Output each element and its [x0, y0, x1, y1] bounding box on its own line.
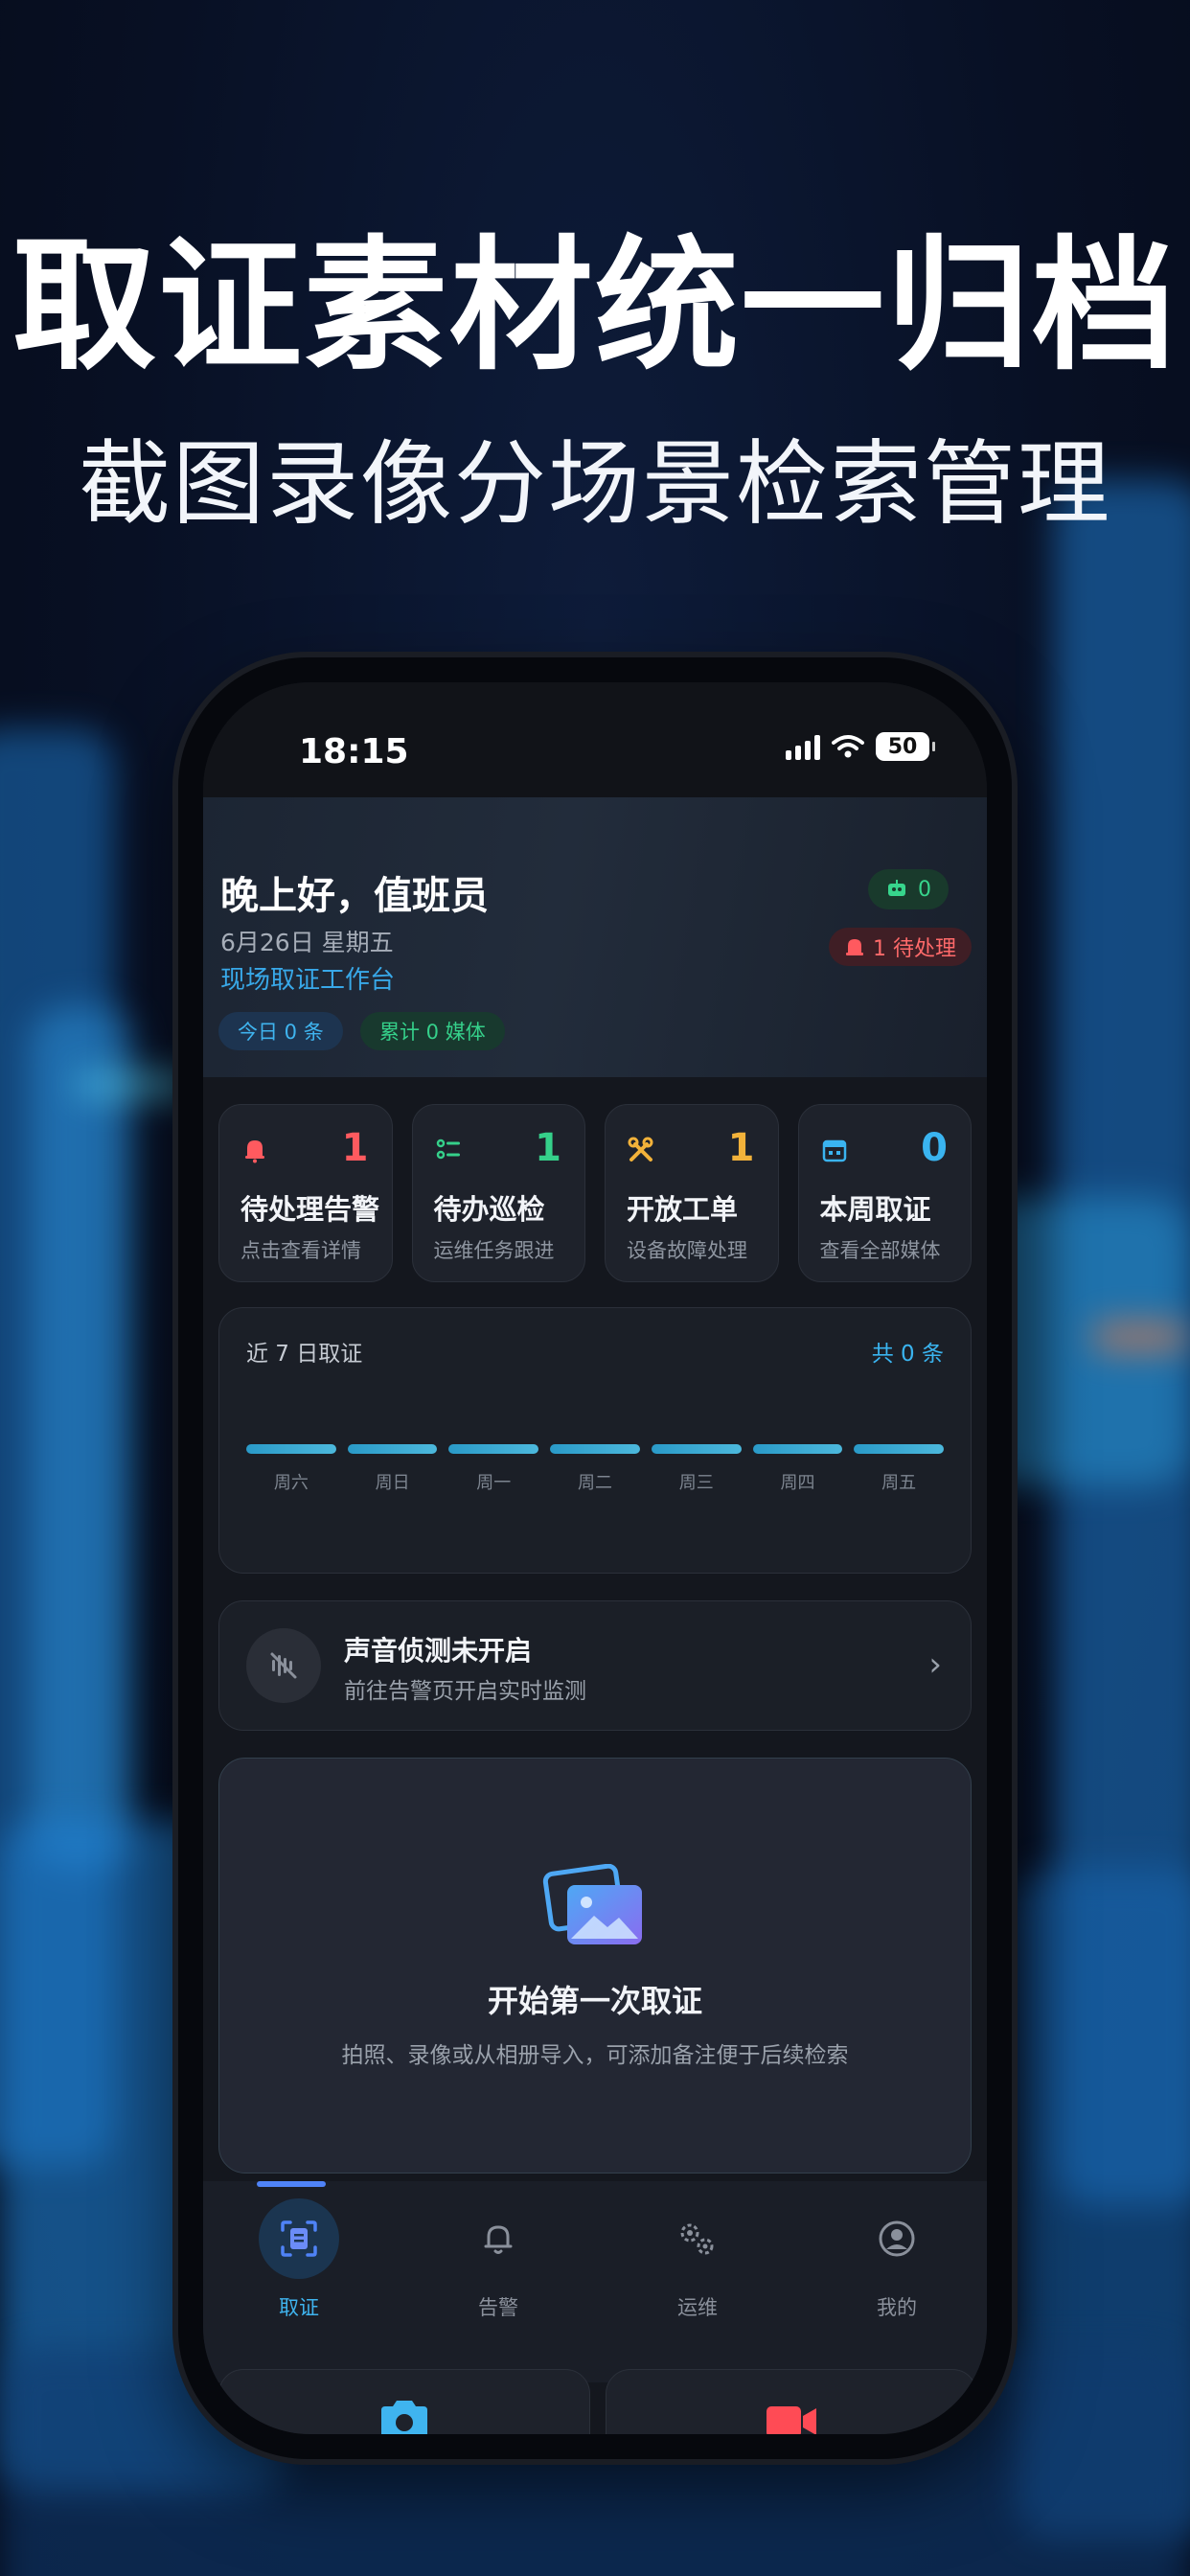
- sound-title: 声音侦测未开启: [344, 1635, 533, 1667]
- device-count: 0: [918, 877, 931, 902]
- signal-icon: [786, 733, 820, 760]
- capture-photo-button[interactable]: [218, 2369, 590, 2434]
- battery-icon: 50: [876, 732, 935, 761]
- empty-state-subtitle: 拍照、录像或从相册导入，可添加备注便于后续检索: [341, 2043, 849, 2068]
- status-icons: 50: [786, 732, 935, 761]
- tab-label: 取证: [279, 2296, 319, 2319]
- chart-bar-column: 周一: [448, 1444, 539, 1502]
- chart-bar: [651, 1444, 742, 1454]
- card-title: 待处理告警: [240, 1193, 380, 1226]
- date-text: 6月26日 星期五: [220, 929, 394, 956]
- alarm-icon: [846, 939, 863, 955]
- chart-bar-column: 周三: [651, 1444, 742, 1502]
- card-number: 1: [341, 1126, 369, 1170]
- chart-bar: [347, 1444, 438, 1454]
- tab-profile[interactable]: 我的: [797, 2198, 987, 2342]
- chart-bar: [752, 1444, 843, 1454]
- tab-maintenance[interactable]: 运维: [598, 2198, 797, 2342]
- card-subtitle: 设备故障处理: [627, 1239, 747, 1262]
- sound-subtitle: 前往告警页开启实时监测: [344, 1679, 586, 1704]
- sound-off-icon: [246, 1628, 321, 1703]
- empty-state-title: 开始第一次取证: [487, 1983, 702, 2019]
- robot-icon: [888, 880, 905, 896]
- chart-bar-column: 周五: [854, 1444, 945, 1502]
- gallery-icon: [542, 1864, 642, 1944]
- phone-frame: 18:15 50 晚上好，值班员 6月26日 星期五 现场取证工作台 今日 0 …: [178, 657, 1012, 2459]
- chart-total[interactable]: 共 0 条: [872, 1335, 944, 1368]
- video-camera-icon: [767, 2406, 816, 2434]
- card-title: 本周取证: [819, 1193, 931, 1226]
- weekly-evidence-chart: 近 7 日取证 共 0 条 周六 周日 周一 周二 周三 周四 周五: [218, 1307, 972, 1574]
- tools-icon: [628, 1137, 653, 1162]
- tab-label: 运维: [677, 2296, 718, 2319]
- tab-evidence[interactable]: 取证: [203, 2198, 399, 2342]
- wifi-icon: [832, 735, 864, 758]
- total-media-chip[interactable]: 累计 0 媒体: [360, 1012, 505, 1050]
- workbench-label: 现场取证工作台: [220, 966, 396, 995]
- tab-label: 告警: [478, 2296, 518, 2319]
- status-time: 18:15: [299, 732, 409, 771]
- bell-icon: [458, 2198, 538, 2279]
- chart-tick-label: 周三: [678, 1473, 714, 1493]
- active-tab-indicator: [257, 2181, 326, 2187]
- chart-bar-column: 周二: [550, 1444, 640, 1502]
- chart-bar: [448, 1444, 539, 1454]
- chart-bar-column: 周六: [246, 1444, 336, 1502]
- device-status-pill[interactable]: 0: [868, 869, 949, 909]
- user-icon: [857, 2198, 937, 2279]
- today-count-chip[interactable]: 今日 0 条: [218, 1012, 343, 1050]
- chart-tick-label: 周一: [476, 1473, 512, 1493]
- calendar-icon: [822, 1139, 846, 1162]
- summary-cards: 1 待处理告警 点击查看详情 1 待办巡检 运维任务跟进 1 开放工单 设备故障…: [218, 1104, 972, 1282]
- empty-state-panel[interactable]: 开始第一次取证 拍照、录像或从相册导入，可添加备注便于后续检索: [218, 1758, 972, 2174]
- card-number: 0: [921, 1126, 948, 1170]
- gears-icon: [657, 2198, 738, 2279]
- chart-title: 近 7 日取证: [246, 1342, 363, 1367]
- card-subtitle: 运维任务跟进: [433, 1239, 555, 1262]
- pending-badge[interactable]: 1 待处理: [829, 928, 972, 966]
- card-pending-inspections[interactable]: 1 待办巡检 运维任务跟进: [411, 1104, 585, 1282]
- card-weekly-evidence[interactable]: 0 本周取证 查看全部媒体: [797, 1104, 972, 1282]
- bottom-tab-bar: 取证 告警 运维 我的: [203, 2181, 987, 2382]
- tab-alarms[interactable]: 告警: [399, 2198, 598, 2342]
- camera-icon: [381, 2401, 427, 2434]
- checklist-icon: [436, 1138, 460, 1160]
- record-video-button[interactable]: [606, 2369, 977, 2434]
- chart-bar-column: 周四: [752, 1444, 843, 1502]
- chart-bar: [246, 1444, 336, 1454]
- chart-tick-label: 周二: [578, 1473, 613, 1493]
- pending-label: 1 待处理: [873, 937, 956, 961]
- card-subtitle: 查看全部媒体: [819, 1239, 941, 1262]
- greeting-text: 晚上好，值班员: [220, 874, 489, 918]
- chevron-right-icon: ›: [928, 1645, 942, 1684]
- tab-label: 我的: [877, 2296, 917, 2319]
- bell-icon: [245, 1140, 264, 1163]
- card-open-tickets[interactable]: 1 开放工单 设备故障处理: [605, 1104, 779, 1282]
- chart-tick-label: 周日: [375, 1473, 410, 1493]
- card-pending-alarms[interactable]: 1 待处理告警 点击查看详情: [218, 1104, 393, 1282]
- promo-subline: 截图录像分场景检索管理: [79, 430, 1111, 538]
- chart-tick-label: 周六: [273, 1473, 309, 1493]
- header-panel: 晚上好，值班员 6月26日 星期五 现场取证工作台 今日 0 条 累计 0 媒体…: [203, 797, 987, 1077]
- evidence-icon: [259, 2198, 339, 2279]
- card-subtitle: 点击查看详情: [240, 1239, 361, 1262]
- card-number: 1: [535, 1126, 561, 1170]
- app-screen: 18:15 50 晚上好，值班员 6月26日 星期五 现场取证工作台 今日 0 …: [203, 682, 987, 2434]
- chart-tick-label: 周五: [881, 1473, 917, 1493]
- chart-tick-label: 周四: [780, 1473, 815, 1493]
- status-bar: 18:15 50: [203, 682, 987, 797]
- sound-detection-banner[interactable]: 声音侦测未开启 前往告警页开启实时监测 ›: [218, 1600, 972, 1731]
- promo-headline: 取证素材统一归档: [11, 223, 1178, 390]
- chart-bar: [854, 1444, 945, 1454]
- chart-bar: [550, 1444, 640, 1454]
- card-number: 1: [727, 1126, 755, 1170]
- chart-bar-column: 周日: [347, 1444, 438, 1502]
- card-title: 开放工单: [627, 1193, 739, 1226]
- card-title: 待办巡检: [433, 1193, 545, 1226]
- chart-bars: 周六 周日 周一 周二 周三 周四 周五: [246, 1444, 945, 1502]
